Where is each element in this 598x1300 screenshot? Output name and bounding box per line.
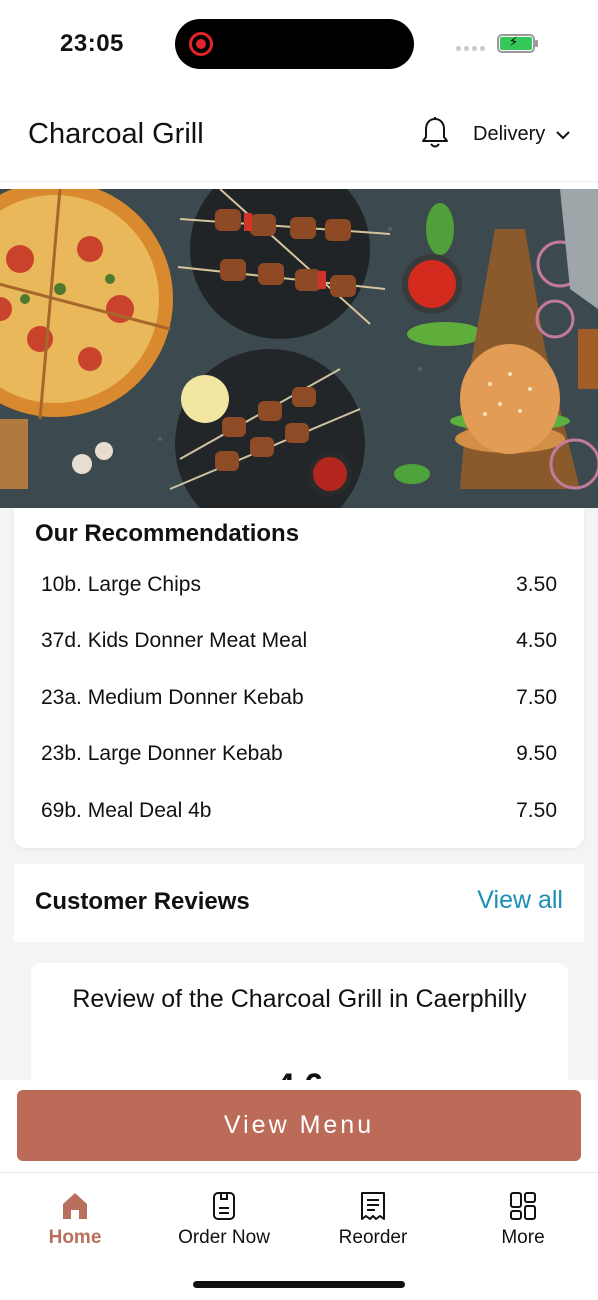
delivery-label: Delivery: [473, 123, 546, 145]
tab-bar: Home Order Now Reorder More: [0, 1172, 598, 1272]
bell-icon[interactable]: [420, 116, 450, 150]
tab-label: Home: [48, 1227, 102, 1248]
reviews-title: Customer Reviews: [35, 888, 250, 915]
hero-banner-image: [0, 189, 598, 508]
review-card-title: Review of the Charcoal Grill in Caerphil…: [72, 985, 527, 1013]
item-name: 23b. Large Donner Kebab: [41, 742, 283, 765]
tab-label: Reorder: [338, 1227, 408, 1248]
item-name: 37d. Kids Donner Meat Meal: [41, 629, 308, 652]
receipt-icon: [361, 1192, 385, 1220]
page-title: Charcoal Grill: [28, 118, 204, 150]
recommendations-title: Our Recommendations: [35, 520, 300, 547]
grid-icon: [510, 1192, 536, 1220]
item-price: 4.50: [516, 629, 557, 652]
item-price: 9.50: [516, 742, 557, 765]
recommendation-item[interactable]: 23a. Medium Donner Kebab 7.50: [41, 670, 557, 726]
recommendation-item[interactable]: 10b. Large Chips 3.50: [41, 557, 557, 613]
recommendations-card: Our Recommendations 10b. Large Chips 3.5…: [14, 508, 584, 848]
tab-home[interactable]: Home: [15, 1191, 135, 1249]
recommendation-item[interactable]: 69b. Meal Deal 4b 7.50: [41, 783, 557, 839]
status-time: 23:05: [60, 30, 124, 57]
app-header: Charcoal Grill Delivery: [0, 90, 598, 182]
item-name: 69b. Meal Deal 4b: [41, 799, 212, 822]
view-all-link[interactable]: View all: [477, 886, 563, 915]
battery-icon: [497, 34, 538, 53]
view-menu-button[interactable]: View Menu: [17, 1090, 581, 1161]
item-price: 7.50: [516, 799, 557, 822]
recommendation-item[interactable]: 23b. Large Donner Kebab 9.50: [41, 726, 557, 782]
item-price: 3.50: [516, 573, 557, 596]
tab-more[interactable]: More: [463, 1191, 583, 1249]
home-indicator: [193, 1281, 405, 1288]
tab-label: Order Now: [178, 1227, 270, 1248]
item-name: 23a. Medium Donner Kebab: [41, 686, 304, 709]
item-name: 10b. Large Chips: [41, 573, 201, 596]
dynamic-island: [175, 19, 414, 69]
reviews-header: Customer Reviews View all: [14, 864, 584, 942]
status-bar: 23:05: [0, 0, 598, 90]
recording-indicator-icon: [189, 32, 213, 56]
home-icon: [63, 1193, 87, 1219]
tab-order-now[interactable]: Order Now: [164, 1191, 284, 1249]
tab-reorder[interactable]: Reorder: [313, 1191, 433, 1249]
item-price: 7.50: [516, 686, 557, 709]
tab-label: More: [501, 1227, 545, 1248]
signal-icon: [456, 46, 485, 51]
delivery-mode-selector[interactable]: Delivery: [473, 123, 571, 146]
recommendation-item[interactable]: 37d. Kids Donner Meat Meal 4.50: [41, 613, 557, 669]
order-icon: [213, 1192, 235, 1220]
chevron-down-icon: [556, 130, 570, 139]
